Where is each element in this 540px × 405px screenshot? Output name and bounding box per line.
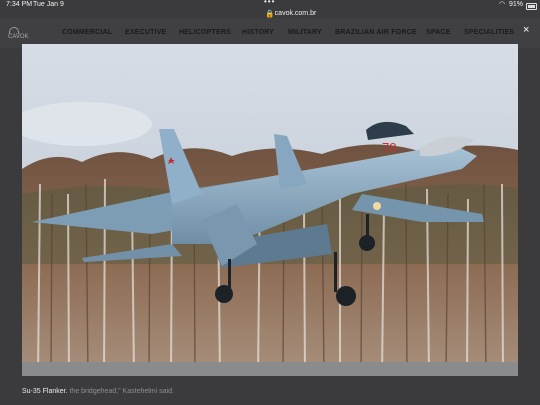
battery-percent: 91%: [509, 1, 524, 8]
logo-mark-icon: [9, 27, 19, 34]
nav-executive[interactable]: EXECUTIVE: [125, 29, 166, 36]
url-bar[interactable]: 🔒 cavok.com.br: [0, 9, 540, 18]
nav-brazilian-air-force[interactable]: BRAZILIAN AIR FORCE: [335, 29, 417, 36]
jet-photo-illustration: 70: [22, 44, 518, 376]
caption-area: Su-35 Flanker. the bridgehead," Kastehel…: [0, 380, 540, 405]
nav-helicopters[interactable]: HELICOPTERS: [179, 29, 231, 36]
status-date: Tue Jan 9: [33, 1, 64, 8]
nav-commercial[interactable]: COMMERCIAL: [62, 29, 112, 36]
more-dots-icon[interactable]: •••: [264, 0, 275, 6]
tail-number: 70: [382, 140, 396, 155]
nav-space[interactable]: SPACE: [426, 29, 451, 36]
photo-caption: Su-35 Flanker. the bridgehead," Kastehel…: [22, 388, 174, 395]
nav-military[interactable]: MILITARY: [288, 29, 322, 36]
close-icon[interactable]: ×: [523, 24, 529, 36]
caption-overlap-text: the bridgehead," Kastehelmi said.: [67, 388, 174, 395]
logo-text: CAVOK: [8, 34, 29, 40]
battery-icon: [526, 3, 537, 10]
nav-history[interactable]: HISTORY: [242, 29, 274, 36]
site-logo[interactable]: CAVOK: [8, 27, 34, 43]
status-time: 7:34 PM: [6, 1, 33, 8]
nav-specialities[interactable]: SPECIALITIES: [464, 29, 514, 36]
url-text: cavok.com.br: [274, 10, 317, 17]
article-photo[interactable]: 70: [22, 44, 518, 376]
wifi-icon: ◠: [499, 1, 506, 8]
caption-text: Su-35 Flanker.: [22, 388, 68, 395]
status-bar: 7:34 PM Tue Jan 9 ••• 🔒 cavok.com.br ◠ 9…: [0, 0, 540, 18]
